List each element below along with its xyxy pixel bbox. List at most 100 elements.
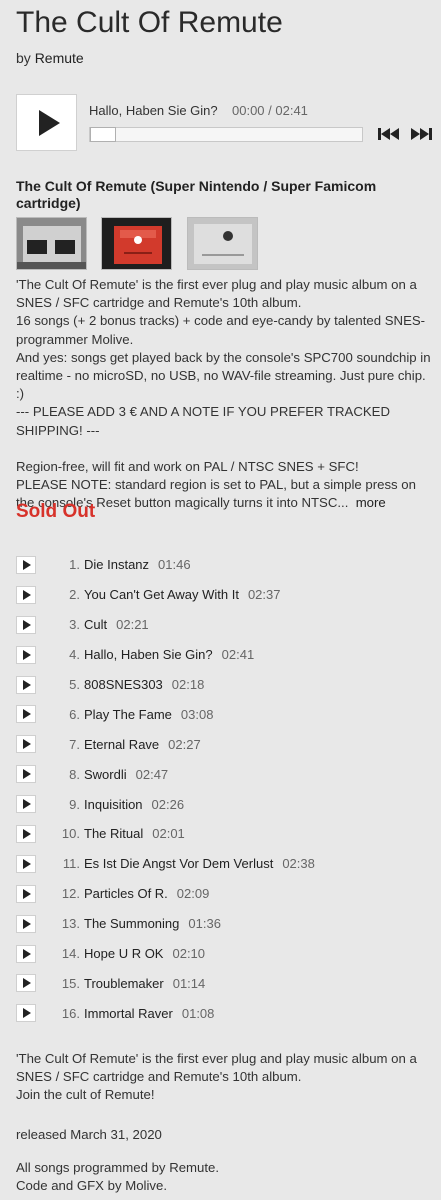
play-icon	[23, 769, 31, 780]
track-title-link[interactable]: You Can't Get Away With It	[84, 587, 239, 602]
play-icon	[23, 888, 31, 899]
track-play-button[interactable]	[16, 824, 36, 843]
track-title-link[interactable]: 808SNES303	[84, 677, 163, 692]
track-title-link[interactable]: Play The Fame	[84, 707, 172, 722]
track-row: 11. Es Ist Die Angst Vor Dem Verlust 02:38	[16, 849, 436, 879]
track-title-link[interactable]: Eternal Rave	[84, 737, 159, 752]
track-play-button[interactable]	[16, 765, 36, 784]
artist-link[interactable]: Remute	[35, 50, 84, 66]
package-title: The Cult Of Remute (Super Nintendo / Sup…	[16, 178, 377, 211]
track-duration: 03:08	[180, 706, 214, 722]
track-duration: 01:36	[188, 916, 221, 932]
track-row: 6. Play The Fame 03:08	[16, 699, 436, 729]
track-title-link[interactable]: Inquisition	[84, 797, 143, 812]
track-number: 2.	[69, 587, 80, 603]
package-thumbnail-1[interactable]	[16, 217, 87, 270]
progress-bar[interactable]	[89, 127, 363, 142]
track-duration: 01:14	[172, 975, 206, 991]
track-duration: 02:01	[152, 826, 185, 842]
desc-line: And yes: songs get played back by the co…	[16, 349, 431, 402]
previous-track-button[interactable]	[378, 128, 400, 140]
sold-out-status: Sold Out	[16, 501, 96, 522]
track-row: 14. Hope U R OK 02:10	[16, 939, 436, 969]
play-icon	[23, 709, 31, 720]
track-play-button[interactable]	[16, 645, 36, 664]
desc-line: 'The Cult Of Remute' is the first ever p…	[16, 277, 417, 311]
track-row: 7. Eternal Rave 02:27	[16, 729, 436, 759]
track-number: 5.	[69, 677, 80, 692]
track-play-button[interactable]	[16, 735, 36, 754]
track-row: 4. Hallo, Haben Sie Gin? 02:41	[16, 640, 436, 670]
track-play-button[interactable]	[16, 884, 36, 903]
main-play-button[interactable]	[16, 94, 77, 151]
track-title-link[interactable]: The Summoning	[84, 916, 179, 931]
package-thumbnail-3[interactable]	[187, 217, 258, 270]
play-icon	[23, 1008, 31, 1019]
now-playing-title: Hallo, Haben Sie Gin?	[89, 103, 218, 118]
track-play-button[interactable]	[16, 974, 36, 993]
track-title-link[interactable]: Es Ist Die Angst Vor Dem Verlust	[84, 856, 273, 871]
track-play-button[interactable]	[16, 615, 36, 634]
track-number: 14.	[61, 946, 80, 962]
credits-line: All songs programmed by Remute.	[16, 1160, 220, 1175]
desc-line: Region-free, will fit and work on PAL / …	[16, 459, 359, 475]
track-row: 8. Swordli 02:47	[16, 759, 436, 789]
track-duration: 02:10	[172, 946, 206, 962]
track-list: 1. Die Instanz 01:46 2. You Can't Get Away W…	[16, 550, 436, 1028]
track-row: 16. Immortal Raver 01:08	[16, 998, 436, 1028]
track-row: 12. Particles Of R. 02:09	[16, 879, 436, 909]
track-duration: 02:21	[116, 617, 149, 633]
track-play-button[interactable]	[16, 675, 36, 694]
more-link[interactable]: more	[356, 495, 386, 510]
package-thumbnail-2[interactable]	[101, 217, 172, 270]
track-duration: 01:08	[181, 1005, 215, 1021]
by-prefix: by	[16, 50, 31, 66]
play-icon	[23, 649, 31, 660]
track-title-link[interactable]: Hope U R OK	[84, 946, 163, 961]
track-title-link[interactable]: Particles Of R.	[84, 886, 168, 901]
track-title-link[interactable]: The Ritual	[84, 826, 143, 841]
track-play-button[interactable]	[16, 585, 36, 604]
play-icon	[23, 978, 31, 989]
track-title-link[interactable]: Swordli	[84, 767, 127, 782]
progress-thumb[interactable]	[90, 127, 116, 142]
track-title-link[interactable]: Troublemaker	[84, 976, 164, 991]
track-duration: 02:47	[135, 766, 169, 782]
track-title-link[interactable]: Immortal Raver	[84, 1006, 173, 1021]
play-icon	[23, 828, 31, 839]
track-title-link[interactable]: Cult	[84, 617, 107, 632]
track-number: 8.	[69, 766, 80, 782]
play-icon	[23, 679, 31, 690]
track-title-link[interactable]: Die Instanz	[84, 557, 149, 572]
track-number: 10.	[61, 826, 80, 842]
track-play-button[interactable]	[16, 1004, 36, 1023]
track-number: 11.	[62, 856, 80, 872]
track-number: 1.	[69, 557, 80, 573]
track-title-link[interactable]: Hallo, Haben Sie Gin?	[84, 647, 213, 662]
track-row: 1. Die Instanz 01:46	[16, 550, 436, 580]
track-play-button[interactable]	[16, 914, 36, 933]
play-icon	[38, 109, 60, 136]
track-number: 7.	[69, 736, 80, 752]
track-duration: 02:38	[282, 856, 315, 872]
track-play-button[interactable]	[16, 795, 36, 814]
track-duration: 02:37	[247, 587, 281, 603]
track-number: 6.	[69, 706, 80, 722]
about-line: Join the cult of Remute!	[16, 1087, 155, 1102]
now-playing-time: 00:00 / 02:41	[232, 103, 308, 118]
track-number: 13.	[61, 916, 80, 932]
track-play-button[interactable]	[16, 705, 36, 724]
track-duration: 02:26	[151, 796, 185, 812]
track-number: 15.	[61, 975, 80, 991]
track-play-button[interactable]	[16, 854, 36, 873]
track-number: 16.	[61, 1005, 80, 1021]
track-play-button[interactable]	[16, 944, 36, 963]
previous-icon	[378, 128, 399, 140]
track-number: 9.	[69, 796, 80, 812]
track-play-button[interactable]	[16, 555, 36, 574]
next-track-button[interactable]	[411, 128, 433, 140]
track-number: 3.	[69, 617, 80, 633]
track-duration: 02:41	[221, 647, 255, 663]
track-duration: 02:27	[168, 736, 201, 752]
release-date: released March 31, 2020	[16, 1127, 162, 1142]
